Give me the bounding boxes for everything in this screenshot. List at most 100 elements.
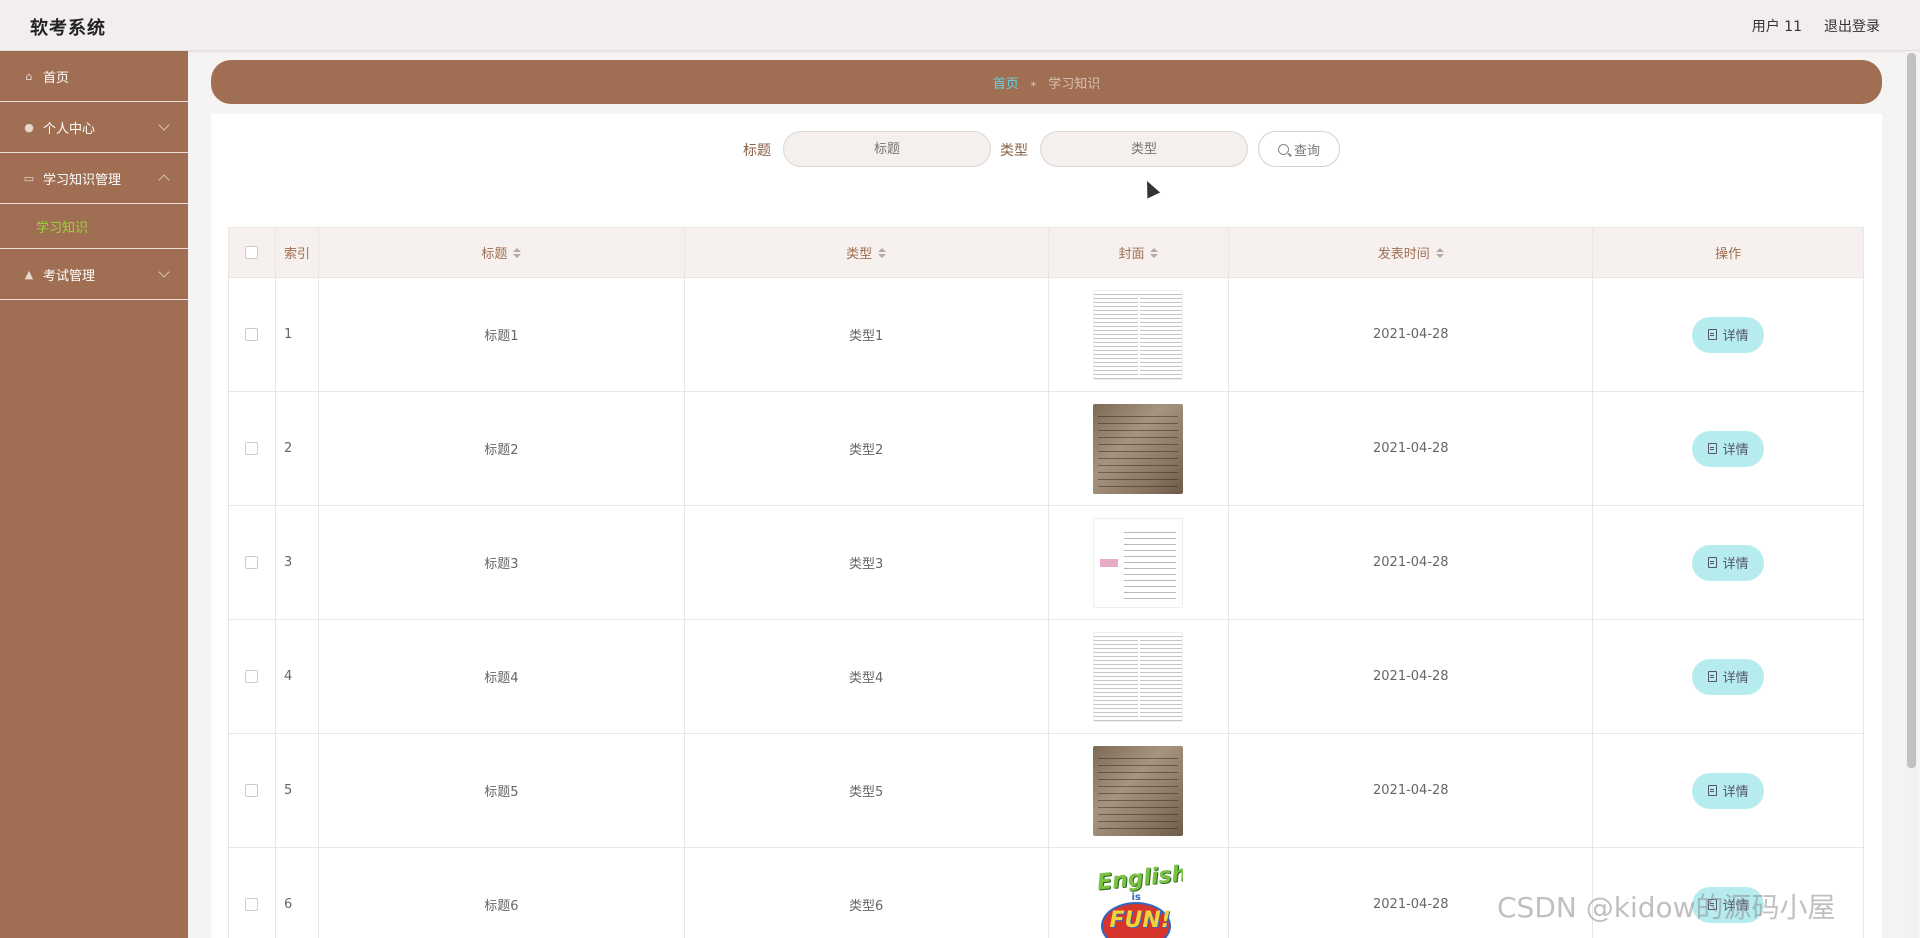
- row-index: 1: [276, 278, 319, 391]
- sidebar-item-home[interactable]: ⌂ 首页: [0, 51, 188, 102]
- row-title: 标题5: [319, 734, 685, 847]
- sidebar-item-exam-management[interactable]: ▲ 考试管理: [0, 249, 188, 300]
- search-icon: [1277, 143, 1289, 155]
- row-index: 6: [276, 848, 319, 938]
- row-checkbox[interactable]: [245, 784, 259, 797]
- detail-button[interactable]: 详情: [1692, 544, 1765, 581]
- row-checkbox[interactable]: [245, 328, 259, 341]
- cover-text-fun: FUN!: [1109, 907, 1171, 933]
- header-cover[interactable]: 封面: [1049, 228, 1230, 277]
- sort-icon[interactable]: [1150, 247, 1159, 258]
- table-row: 1 标题1 类型1 2021-04-28 详情: [229, 278, 1865, 392]
- user-icon: ●: [24, 120, 34, 134]
- row-type: 类型2: [685, 392, 1049, 505]
- detail-button[interactable]: 详情: [1692, 772, 1765, 809]
- document-icon: [1707, 671, 1717, 682]
- header-type[interactable]: 类型: [685, 228, 1049, 277]
- sidebar-item-label: 学习知识管理: [43, 172, 122, 188]
- title-search-input[interactable]: [783, 131, 991, 167]
- knowledge-table: 索引 标题 类型 封面 发表时间 操作 1 标题1 类型1 2021-04-28…: [228, 227, 1865, 938]
- title-filter-label: 标题: [743, 143, 771, 159]
- type-filter-label: 类型: [1000, 143, 1028, 159]
- sort-icon[interactable]: [513, 247, 522, 258]
- page-scrollbar[interactable]: [1905, 51, 1918, 938]
- row-publish-time: 2021-04-28: [1229, 392, 1594, 505]
- table-row: 3 标题3 类型3 2021-04-28 详情: [229, 506, 1865, 620]
- sidebar-item-knowledge-management[interactable]: ▭ 学习知识管理: [0, 153, 188, 204]
- row-publish-time: 2021-04-28: [1229, 734, 1594, 847]
- chevron-up-icon: [158, 174, 170, 186]
- row-publish-time: 2021-04-28: [1229, 620, 1594, 733]
- query-button[interactable]: 查询: [1258, 131, 1340, 167]
- sort-icon[interactable]: [1435, 247, 1444, 258]
- cover-image: [1093, 631, 1184, 722]
- cover-image: [1093, 403, 1184, 494]
- sidebar-item-label: 首页: [43, 70, 70, 86]
- detail-button[interactable]: 详情: [1692, 316, 1765, 353]
- scrollbar-thumb[interactable]: [1907, 53, 1916, 768]
- header-title[interactable]: 标题: [319, 228, 685, 277]
- sidebar-item-label: 个人中心: [43, 121, 96, 137]
- breadcrumb-separator: ⁎: [1030, 75, 1037, 89]
- row-index: 2: [276, 392, 319, 505]
- row-checkbox[interactable]: [245, 442, 259, 455]
- row-title: 标题1: [319, 278, 685, 391]
- cover-image: [1093, 517, 1184, 608]
- breadcrumb-home[interactable]: 首页: [993, 73, 1019, 92]
- row-title: 标题2: [319, 392, 685, 505]
- query-button-label: 查询: [1293, 143, 1320, 159]
- cover-image: English is FUN!: [1093, 859, 1184, 938]
- table-header-row: 索引 标题 类型 封面 发表时间 操作: [229, 228, 1865, 278]
- sort-icon[interactable]: [878, 247, 887, 258]
- cover-image: [1093, 289, 1184, 380]
- document-icon: [1707, 329, 1717, 340]
- breadcrumb-current: 学习知识: [1048, 76, 1101, 92]
- row-publish-time: 2021-04-28: [1229, 506, 1594, 619]
- row-index: 5: [276, 734, 319, 847]
- detail-button[interactable]: 详情: [1692, 658, 1765, 695]
- current-user-label: 用户 11: [1751, 19, 1802, 35]
- mouse-cursor-icon: [1140, 178, 1161, 199]
- document-icon: [1707, 557, 1717, 568]
- cover-image: [1093, 745, 1184, 836]
- row-checkbox[interactable]: [245, 898, 259, 911]
- row-index: 4: [276, 620, 319, 733]
- home-icon: ⌂: [25, 69, 33, 83]
- table-row: 5 标题5 类型5 2021-04-28 详情: [229, 734, 1865, 848]
- sidebar-item-personal-center[interactable]: ● 个人中心: [0, 102, 188, 153]
- row-title: 标题3: [319, 506, 685, 619]
- book-icon: ▭: [23, 171, 35, 185]
- row-title: 标题6: [319, 848, 685, 938]
- row-type: 类型6: [685, 848, 1049, 938]
- sidebar-item-label: 考试管理: [43, 268, 96, 284]
- sidebar-menu: ⌂ 首页 ● 个人中心 ▭ 学习知识管理 学习知识 ▲ 考试管理: [0, 51, 188, 938]
- search-bar: 标题 类型 查询: [211, 131, 1882, 167]
- table-row: 2 标题2 类型2 2021-04-28 详情: [229, 392, 1865, 506]
- logout-button[interactable]: 退出登录: [1824, 16, 1880, 36]
- top-navbar: 软考系统 用户 11 退出登录: [0, 0, 1920, 51]
- header-publish-time[interactable]: 发表时间: [1229, 228, 1594, 277]
- row-checkbox[interactable]: [245, 670, 259, 683]
- header-action: 操作: [1593, 228, 1865, 277]
- cover-text-is: is: [1131, 891, 1141, 903]
- header-index: 索引: [276, 228, 319, 277]
- select-all-checkbox[interactable]: [245, 246, 259, 259]
- document-icon: [1707, 785, 1717, 796]
- app-title: 软考系统: [30, 18, 106, 39]
- row-type: 类型4: [685, 620, 1049, 733]
- row-type: 类型5: [685, 734, 1049, 847]
- row-type: 类型1: [685, 278, 1049, 391]
- breadcrumb: 首页 ⁎ 学习知识: [211, 60, 1882, 104]
- row-title: 标题4: [319, 620, 685, 733]
- document-icon: [1707, 443, 1717, 454]
- row-publish-time: 2021-04-28: [1229, 278, 1594, 391]
- chevron-down-icon: [158, 266, 170, 278]
- exam-icon: ▲: [24, 267, 34, 281]
- cover-text-english: English: [1096, 860, 1184, 896]
- type-search-input[interactable]: [1040, 131, 1248, 167]
- detail-button[interactable]: 详情: [1692, 430, 1765, 467]
- row-checkbox[interactable]: [245, 556, 259, 569]
- main-content: 标题 类型 查询 索引 标题 类型 封面 发表时间 操作 1 标题1 类型1 2…: [211, 114, 1882, 938]
- row-type: 类型3: [685, 506, 1049, 619]
- sidebar-subitem-knowledge[interactable]: 学习知识: [0, 204, 188, 249]
